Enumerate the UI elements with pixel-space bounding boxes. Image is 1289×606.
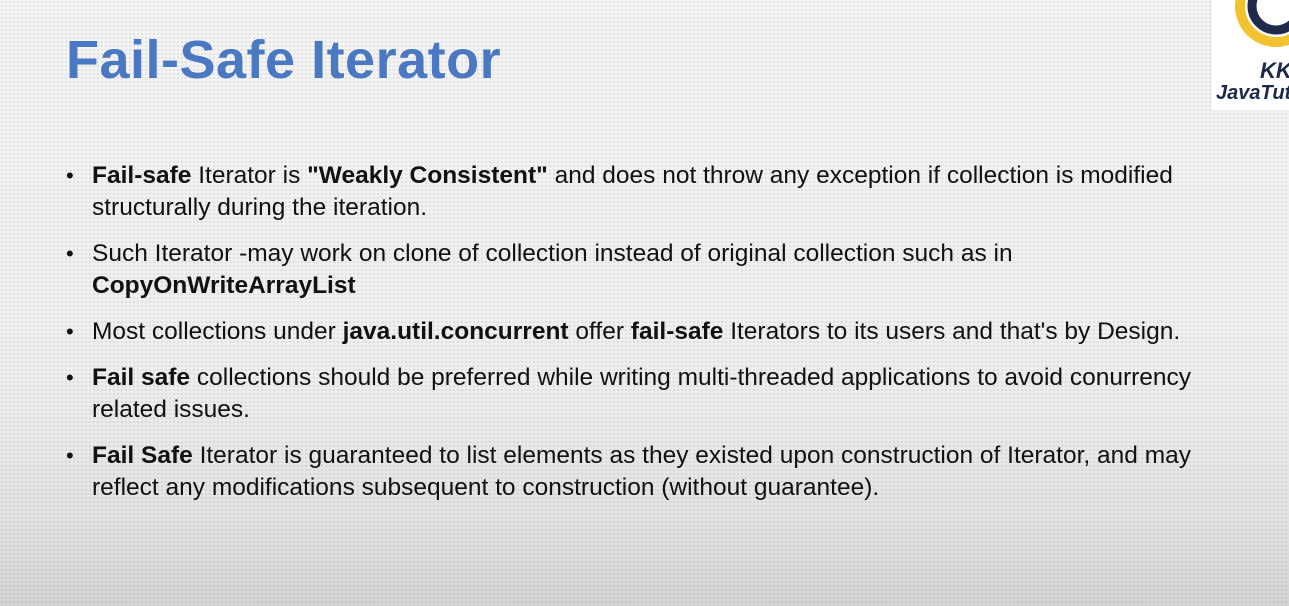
logo-text-kk: KK bbox=[1260, 58, 1289, 83]
bullet-item: • Such Iterator -may work on clone of col… bbox=[66, 238, 1256, 302]
bullet-item: • Fail safe collections should be preferr… bbox=[66, 362, 1256, 426]
bullet-text: offer bbox=[568, 318, 631, 345]
bullet-bold-text: Fail-safe bbox=[92, 162, 192, 189]
bullet-bold-text: fail-safe bbox=[630, 318, 724, 345]
bullet-dot-icon: • bbox=[66, 163, 74, 188]
bullet-item: • Fail-safe Iterator is "Weakly Consisten… bbox=[66, 160, 1256, 224]
bullet-bold-text: Fail safe bbox=[92, 364, 191, 391]
bullet-dot-icon: • bbox=[66, 443, 74, 468]
logo-text-javatut: JavaTut bbox=[1216, 82, 1289, 104]
bullet-list: • Fail-safe Iterator is "Weakly Consisten… bbox=[66, 160, 1256, 518]
bullet-text: Most collections under bbox=[92, 318, 343, 345]
bullet-item: • Most collections under java.util.concur… bbox=[66, 316, 1256, 348]
bullet-bold-text: java.util.concurrent bbox=[342, 318, 569, 345]
bullet-dot-icon: • bbox=[66, 241, 74, 266]
bullet-dot-icon: • bbox=[66, 319, 74, 344]
bullet-text: Iterators to its users and that's by Des… bbox=[723, 318, 1181, 345]
bullet-dot-icon: • bbox=[66, 365, 74, 390]
bullet-item: • Fail Safe Iterator is guaranteed to lis… bbox=[66, 440, 1256, 504]
bullet-text: Iterator is bbox=[191, 162, 308, 189]
bullet-text: collections should be preferred while wr… bbox=[92, 364, 1192, 423]
bullet-bold-text: Fail Safe bbox=[92, 442, 193, 469]
bullet-bold-text: "Weakly Consistent" bbox=[307, 162, 548, 189]
slide-title: Fail-Safe Iterator bbox=[66, 30, 502, 90]
bullet-text: Such Iterator -may work on clone of coll… bbox=[92, 240, 1013, 267]
bullet-bold-text: CopyOnWriteArrayList bbox=[92, 272, 356, 299]
logo-ring-icon bbox=[1235, 0, 1289, 47]
logo: KK JavaTut bbox=[1212, 0, 1289, 110]
slide: Fail-Safe Iterator • Fail-safe Iterator i… bbox=[0, 0, 1289, 606]
bullet-text: Iterator is guaranteed to list elements … bbox=[92, 442, 1192, 501]
